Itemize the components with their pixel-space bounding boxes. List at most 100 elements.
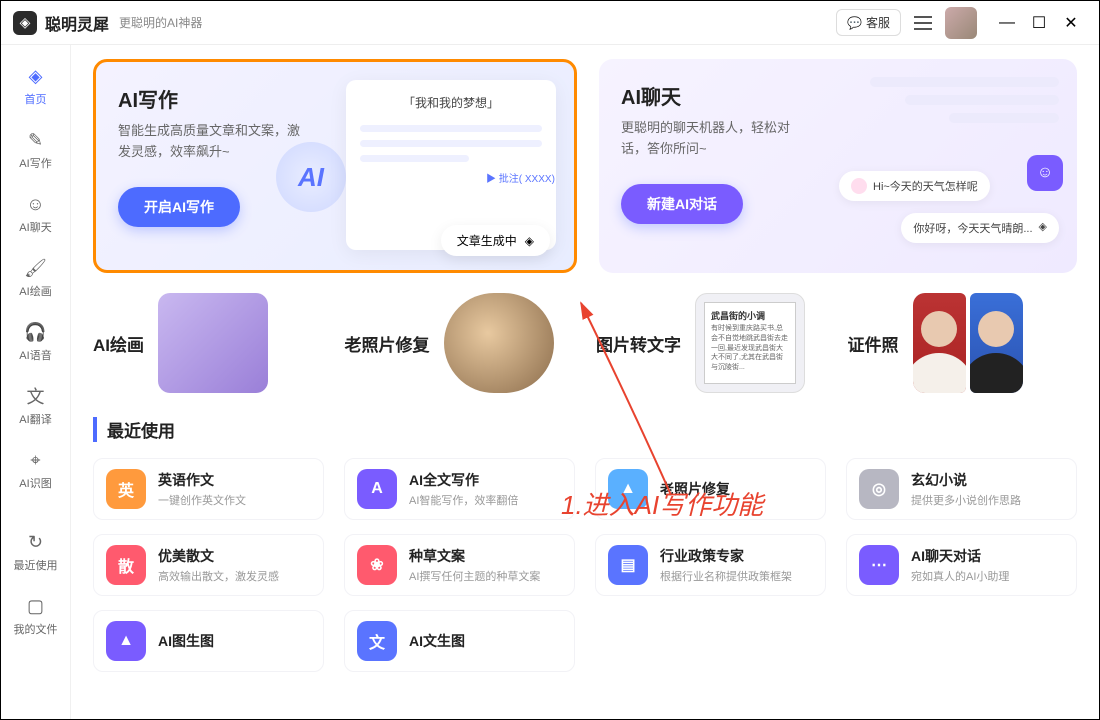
hero-ai-write[interactable]: AI写作 智能生成高质量文章和文案，激发灵感，效率飙升~ 开启AI写作 AI 「…	[93, 59, 577, 273]
recent-icon: 文	[357, 621, 397, 661]
feature-title: AI绘画	[93, 331, 144, 356]
section-title-recent: 最近使用	[93, 417, 1077, 442]
recent-icon: ▲	[608, 469, 648, 509]
feature-title: 图片转文字	[596, 331, 681, 356]
recent-card[interactable]: ❀ 种草文案 AI撰写任何主题的种草文案	[344, 534, 575, 596]
recent-title: 优美散文	[158, 546, 279, 566]
logo-small-icon: ◈	[525, 234, 534, 248]
feature-photo-restore[interactable]: 老照片修复	[345, 293, 575, 393]
recent-sub: 一键创作英文作文	[158, 492, 246, 508]
customer-service-button[interactable]: 💬 客服	[836, 9, 901, 36]
feature-thumb	[444, 293, 554, 393]
recent-title: AI图生图	[158, 631, 214, 651]
sidebar-item-translate[interactable]: 文AI翻译	[6, 375, 66, 435]
mock-doc-title: 「我和我的梦想」	[360, 94, 542, 111]
generating-chip: 文章生成中 ◈	[441, 225, 550, 256]
hero-ai-chat[interactable]: AI聊天 更聪明的聊天机器人，轻松对话，答你所问~ 新建AI对话 Hi~今天的天…	[599, 59, 1077, 273]
ai-badge-icon: AI	[276, 142, 346, 212]
bubble-text: Hi~今天的天气怎样呢	[873, 178, 978, 194]
feature-id-photo[interactable]: 证件照	[848, 293, 1078, 393]
feature-thumb	[913, 293, 1023, 393]
recent-title: 行业政策专家	[660, 546, 792, 566]
recent-card[interactable]: ▤ 行业政策专家根据行业名称提供政策框架	[595, 534, 826, 596]
recent-icon: 英	[106, 469, 146, 509]
clock-icon: ↻	[23, 529, 49, 555]
brush-icon: 🖌	[23, 255, 49, 281]
sidebar-item-label: AI翻译	[19, 411, 51, 427]
chat-fab-icon: ☺	[1027, 155, 1063, 191]
feature-ai-draw[interactable]: AI绘画	[93, 293, 323, 393]
sidebar-item-label: 最近使用	[14, 557, 58, 573]
recent-title: 老照片修复	[660, 479, 730, 499]
sidebar-item-files[interactable]: ▢ 我的文件	[6, 585, 66, 645]
recent-card[interactable]: ⋯AI聊天对话宛如真人的AI小助理	[846, 534, 1077, 596]
sidebar-item-write[interactable]: ✎ AI写作	[6, 119, 66, 179]
app-name: 聪明灵犀	[45, 11, 109, 35]
bubble-text: 你好呀，今天天气晴朗...	[913, 220, 1032, 236]
ocr-sample-title: 武昌街的小调	[711, 309, 789, 322]
file-icon: ▢	[23, 593, 49, 619]
feature-thumb: 武昌街的小调有时候到重庆路买书,总会不自觉地跳武昌街去走一回,最近发现武昌街大大…	[695, 293, 805, 393]
chat-icon: ☺	[23, 191, 49, 217]
close-button[interactable]: ✕	[1055, 7, 1087, 39]
feature-thumb	[158, 293, 268, 393]
hero-desc: 智能生成高质量文章和文案，激发灵感，效率飙升~	[118, 121, 308, 163]
recent-icon: ▲	[106, 621, 146, 661]
maximize-button[interactable]: ☐	[1023, 7, 1055, 39]
ocr-sample-body: 有时候到重庆路买书,总会不自觉地跳武昌街去走一回,最近发现武昌街大大不同了,尤其…	[711, 324, 789, 373]
recent-card[interactable]: ▲ AI图生图	[93, 610, 324, 672]
sidebar-item-label: 我的文件	[14, 621, 58, 637]
sidebar-item-label: AI语音	[19, 347, 51, 363]
cs-label: 客服	[866, 14, 890, 31]
sidebar-item-label: AI聊天	[19, 219, 51, 235]
feature-ocr[interactable]: 图片转文字武昌街的小调有时候到重庆路买书,总会不自觉地跳武昌街去走一回,最近发现…	[596, 293, 826, 393]
recent-sub: 高效输出散文，激发灵感	[158, 568, 279, 584]
recent-sub: 提供更多小说创作思路	[911, 492, 1021, 508]
sidebar-item-label: AI写作	[19, 155, 51, 171]
recent-icon: A	[357, 469, 397, 509]
sidebar-item-chat[interactable]: ☺ AI聊天	[6, 183, 66, 243]
sidebar-item-draw[interactable]: 🖌 AI绘画	[6, 247, 66, 307]
recent-sub: 宛如真人的AI小助理	[911, 568, 1009, 584]
recent-title: 英语作文	[158, 470, 246, 490]
recent-title: 种草文案	[409, 546, 540, 566]
sidebar-item-recent[interactable]: ↻ 最近使用	[6, 521, 66, 581]
sidebar-item-home[interactable]: ◈ 首页	[6, 55, 66, 115]
recent-card[interactable]: ▲ 老照片修复	[595, 458, 826, 520]
hero-desc: 更聪明的聊天机器人，轻松对话，答你所问~	[621, 118, 811, 160]
start-ai-write-button[interactable]: 开启AI写作	[118, 187, 240, 227]
recent-icon: 散	[106, 545, 146, 585]
sidebar: ◈首页 ✎AI写作 ☺AI聊天 🖌AI绘画 🎧AI语音 文AI翻译 ⌖AI识图 …	[1, 45, 71, 719]
logo-tiny-icon: ◈	[1039, 220, 1047, 236]
recent-title: 玄幻小说	[911, 470, 1021, 490]
recent-card[interactable]: 英英语作文一键创作英文作文	[93, 458, 324, 520]
sidebar-item-label: 首页	[25, 91, 47, 107]
app-logo-icon: ◈	[13, 11, 37, 35]
user-avatar[interactable]	[945, 7, 977, 39]
feature-title: 证件照	[848, 331, 899, 356]
menu-icon[interactable]	[911, 11, 935, 35]
recent-sub: AI撰写任何主题的种草文案	[409, 568, 540, 584]
recent-sub: 根据行业名称提供政策框架	[660, 568, 792, 584]
recent-card[interactable]: AAI全文写作AI智能写作，效率翻倍	[344, 458, 575, 520]
new-ai-chat-button[interactable]: 新建AI对话	[621, 184, 743, 224]
feature-title: 老照片修复	[345, 331, 430, 356]
chat-bubble-ai: 你好呀，今天天气晴朗... ◈	[901, 213, 1059, 243]
recent-card[interactable]: ◎ 玄幻小说提供更多小说创作思路	[846, 458, 1077, 520]
sidebar-item-ocr[interactable]: ⌖AI识图	[6, 439, 66, 499]
feather-icon: ✎	[23, 127, 49, 153]
recent-card[interactable]: 散优美散文高效输出散文，激发灵感	[93, 534, 324, 596]
sidebar-item-label: AI绘画	[19, 283, 51, 299]
mock-chat: Hi~今天的天气怎样呢 你好呀，今天天气晴朗...◈ ☺	[839, 77, 1059, 247]
sidebar-item-label: AI识图	[19, 475, 51, 491]
main-content: AI写作 智能生成高质量文章和文案，激发灵感，效率飙升~ 开启AI写作 AI 「…	[71, 45, 1099, 719]
recent-icon: ◎	[859, 469, 899, 509]
recent-icon: ▤	[608, 545, 648, 585]
minimize-button[interactable]: —	[991, 7, 1023, 39]
recent-title: AI文生图	[409, 631, 465, 651]
recent-title: AI全文写作	[409, 470, 518, 490]
recent-icon: ❀	[357, 545, 397, 585]
sidebar-item-voice[interactable]: 🎧AI语音	[6, 311, 66, 371]
recent-card[interactable]: 文 AI文生图	[344, 610, 575, 672]
home-icon: ◈	[23, 63, 49, 89]
